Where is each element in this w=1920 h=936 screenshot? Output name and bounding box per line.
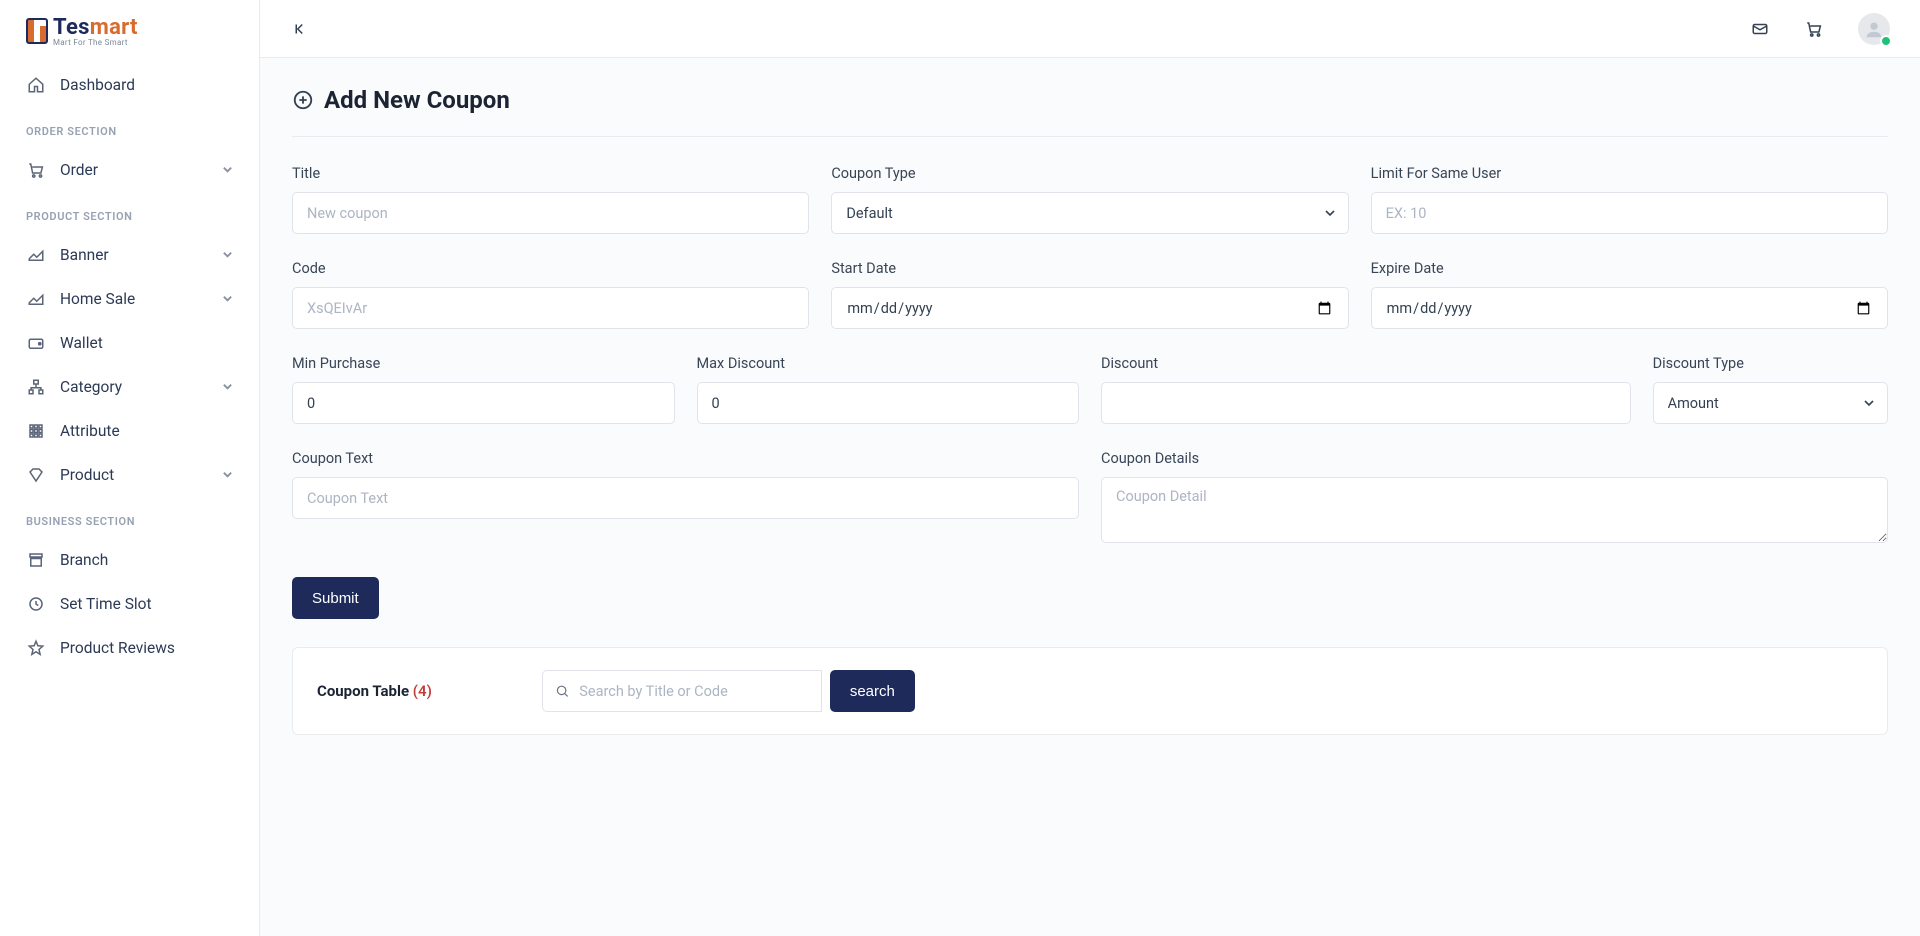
sidebar-item-product[interactable]: Product	[0, 453, 259, 497]
coupon-table-card: Coupon Table (4) search	[292, 647, 1888, 735]
store-icon	[26, 551, 46, 569]
clock-icon	[26, 595, 46, 613]
logo-icon	[26, 18, 48, 44]
sidebar-item-set-time-slot[interactable]: Set Time Slot	[0, 582, 259, 626]
sidebar-label: Branch	[60, 551, 108, 569]
sidebar-label: Home Sale	[60, 290, 135, 308]
sidebar-label: Attribute	[60, 422, 120, 440]
sidebar-item-category[interactable]: Category	[0, 365, 259, 409]
logo[interactable]: Tesmart Mart For The Smart	[0, 0, 259, 63]
coupon-type-label: Coupon Type	[831, 165, 1348, 182]
coupon-details-textarea[interactable]	[1101, 477, 1888, 543]
sidebar-label: Dashboard	[60, 76, 135, 94]
code-label: Code	[292, 260, 809, 277]
chart-area-icon	[26, 246, 46, 264]
sidebar-item-product-reviews[interactable]: Product Reviews	[0, 626, 259, 670]
max-discount-label: Max Discount	[697, 355, 1080, 372]
discount-label: Discount	[1101, 355, 1631, 372]
chevron-down-icon	[222, 378, 233, 396]
limit-input[interactable]	[1371, 192, 1888, 234]
brand-name-1: Tes	[53, 15, 90, 40]
max-discount-input[interactable]	[697, 382, 1080, 424]
search-button[interactable]: search	[830, 670, 915, 712]
title-input[interactable]	[292, 192, 809, 234]
sitemap-icon	[26, 378, 46, 396]
coupon-text-label: Coupon Text	[292, 450, 1079, 467]
star-icon	[26, 639, 46, 657]
chevron-down-icon	[222, 246, 233, 264]
min-purchase-label: Min Purchase	[292, 355, 675, 372]
sidebar-label: Wallet	[60, 334, 103, 352]
search-icon	[555, 683, 569, 699]
page-title: Add New Coupon	[292, 86, 1888, 137]
sidebar-label: Product	[60, 466, 114, 484]
wallet-icon	[26, 334, 46, 352]
collapse-sidebar-icon[interactable]	[290, 19, 310, 39]
sidebar-label: Category	[60, 378, 122, 396]
chevron-down-icon	[222, 290, 233, 308]
expire-date-input[interactable]	[1371, 287, 1888, 329]
min-purchase-input[interactable]	[292, 382, 675, 424]
sidebar-item-branch[interactable]: Branch	[0, 538, 259, 582]
topbar	[260, 0, 1920, 58]
start-date-input[interactable]	[831, 287, 1348, 329]
sidebar-label: Banner	[60, 246, 109, 264]
chevron-down-icon	[222, 161, 233, 179]
grid-icon	[26, 422, 46, 440]
search-box	[542, 670, 822, 712]
sidebar-item-wallet[interactable]: Wallet	[0, 321, 259, 365]
mail-icon[interactable]	[1750, 19, 1770, 39]
discount-type-select[interactable]: Amount	[1653, 382, 1888, 424]
start-date-label: Start Date	[831, 260, 1348, 277]
sidebar-label: Product Reviews	[60, 639, 175, 657]
section-business-title: BUSINESS SECTION	[0, 497, 259, 538]
discount-input[interactable]	[1101, 382, 1631, 424]
plus-circle-icon	[292, 89, 314, 111]
title-label: Title	[292, 165, 809, 182]
expire-date-label: Expire Date	[1371, 260, 1888, 277]
coupon-type-select[interactable]: Default	[831, 192, 1348, 234]
sidebar-item-banner[interactable]: Banner	[0, 233, 259, 277]
chart-area-icon	[26, 290, 46, 308]
avatar[interactable]	[1858, 13, 1890, 45]
section-product-title: PRODUCT SECTION	[0, 192, 259, 233]
limit-label: Limit For Same User	[1371, 165, 1888, 182]
submit-button[interactable]: Submit	[292, 577, 379, 619]
sidebar-label: Set Time Slot	[60, 595, 152, 613]
sidebar-item-attribute[interactable]: Attribute	[0, 409, 259, 453]
sidebar-item-dashboard[interactable]: Dashboard	[0, 63, 259, 107]
coupon-table-title: Coupon Table (4)	[317, 682, 432, 700]
sidebar: Tesmart Mart For The Smart Dashboard ORD…	[0, 0, 260, 936]
coupon-text-input[interactable]	[292, 477, 1079, 519]
section-order-title: ORDER SECTION	[0, 107, 259, 148]
home-icon	[26, 76, 46, 94]
coupon-details-label: Coupon Details	[1101, 450, 1888, 467]
cart-icon[interactable]	[1804, 19, 1824, 39]
code-input[interactable]	[292, 287, 809, 329]
diamond-icon	[26, 466, 46, 484]
cart-icon	[26, 161, 46, 179]
brand-name-2: mart	[90, 15, 138, 40]
brand-tagline: Mart For The Smart	[53, 38, 138, 47]
sidebar-label: Order	[60, 161, 98, 179]
search-input[interactable]	[579, 683, 809, 700]
sidebar-item-order[interactable]: Order	[0, 148, 259, 192]
discount-type-label: Discount Type	[1653, 355, 1888, 372]
chevron-down-icon	[222, 466, 233, 484]
sidebar-item-home-sale[interactable]: Home Sale	[0, 277, 259, 321]
